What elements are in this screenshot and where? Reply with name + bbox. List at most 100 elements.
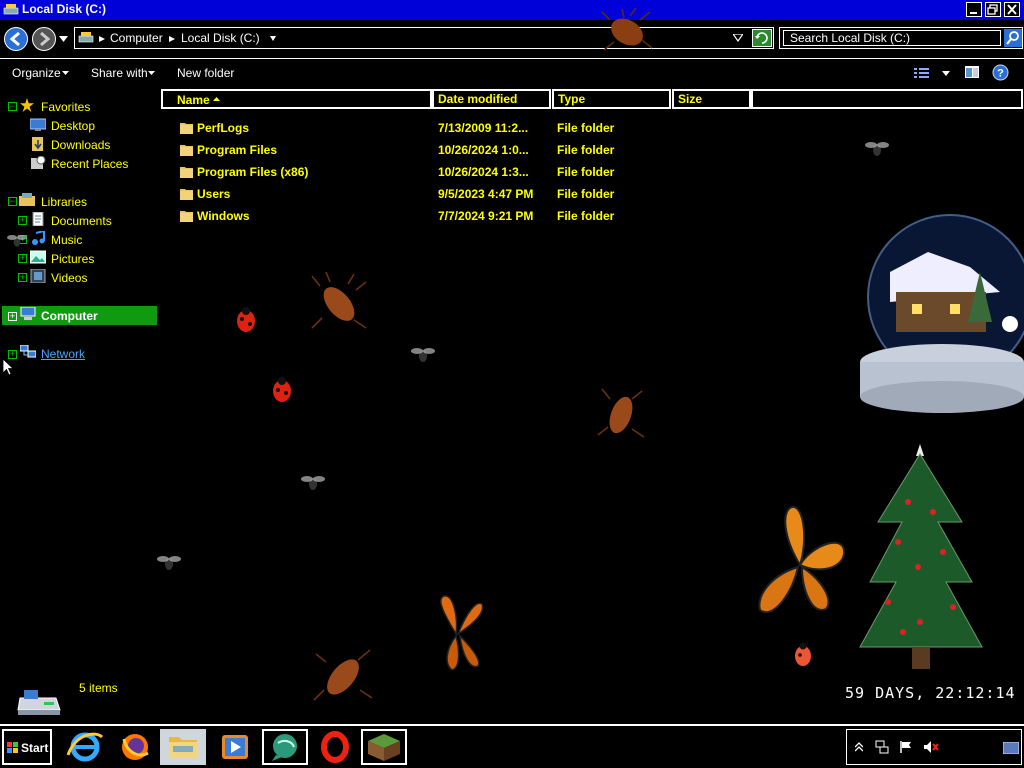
table-row[interactable]: PerfLogs 7/13/2009 11:2... File folder <box>170 118 640 138</box>
file-date: 7/7/2024 9:21 PM <box>438 209 534 223</box>
system-tray <box>846 729 1022 765</box>
taskbar: Start <box>0 724 1024 768</box>
column-header-size[interactable]: Size <box>672 89 751 109</box>
folder-icon <box>180 211 193 222</box>
folder-icon <box>180 145 193 156</box>
refresh-button[interactable] <box>752 29 772 47</box>
minimize-button[interactable] <box>966 2 982 17</box>
search-box[interactable]: Search Local Disk (C:) <box>779 27 1023 49</box>
taskbar-chat-app[interactable] <box>262 729 308 765</box>
taskbar-firefox[interactable] <box>112 729 158 765</box>
snow-globe-widget <box>860 214 1024 413</box>
table-row[interactable]: Program Files 10/26/2024 1:0... File fol… <box>170 140 640 160</box>
restore-button[interactable] <box>985 2 1001 17</box>
view-options-icon[interactable] <box>914 67 930 79</box>
nav-libraries[interactable]: Libraries <box>41 195 87 209</box>
nav-network[interactable]: Network <box>41 347 85 361</box>
svg-text:?: ? <box>997 68 1004 80</box>
help-icon[interactable]: ? <box>992 64 1009 81</box>
chevron-right-icon[interactable] <box>99 36 105 42</box>
collapse-toggle[interactable]: − <box>8 197 17 206</box>
column-header-empty <box>751 89 1023 109</box>
start-button[interactable]: Start <box>2 729 52 765</box>
share-with-button[interactable]: Share with <box>91 66 148 80</box>
chevron-down-icon[interactable] <box>942 71 950 76</box>
file-date: 9/5/2023 4:47 PM <box>438 187 534 201</box>
show-hidden-icons-icon[interactable] <box>855 742 863 752</box>
chevron-down-icon[interactable] <box>270 36 276 42</box>
christmas-tree-widget <box>859 444 983 669</box>
column-header-name[interactable]: Name <box>161 89 432 109</box>
fly-icon <box>411 348 435 362</box>
nav-pictures[interactable]: Pictures <box>51 252 94 266</box>
file-date: 10/26/2024 1:0... <box>438 143 529 157</box>
search-button[interactable] <box>1004 29 1022 47</box>
nav-videos[interactable]: Videos <box>51 271 87 285</box>
taskbar-opera[interactable] <box>312 729 358 765</box>
table-row[interactable]: Windows 7/7/2024 9:21 PM File folder <box>170 206 640 226</box>
recent-pages-dropdown-icon[interactable] <box>59 36 68 42</box>
chevron-right-icon[interactable] <box>169 36 175 42</box>
chevron-down-icon[interactable] <box>148 71 155 75</box>
item-count: 5 items <box>79 681 118 695</box>
fly-icon <box>301 476 325 490</box>
table-row[interactable]: Users 9/5/2023 4:47 PM File folder <box>170 184 640 204</box>
expand-toggle[interactable]: + <box>18 254 27 263</box>
nav-desktop[interactable]: Desktop <box>51 119 95 133</box>
table-row[interactable]: Program Files (x86) 10/26/2024 1:3... Fi… <box>170 162 640 182</box>
forward-button[interactable] <box>32 27 56 51</box>
show-desktop-icon[interactable] <box>1003 742 1019 754</box>
action-center-flag-icon[interactable] <box>899 740 913 754</box>
taskbar-minecraft[interactable] <box>361 729 407 765</box>
countdown-clock: 59 DAYS, 22:12:14 <box>845 684 1016 702</box>
taskbar-file-explorer[interactable] <box>160 729 206 765</box>
expand-toggle[interactable]: + <box>18 216 27 225</box>
chat-bubble-icon <box>272 734 297 761</box>
nav-downloads[interactable]: Downloads <box>51 138 110 152</box>
videos-icon <box>30 269 46 283</box>
volume-muted-icon[interactable] <box>923 740 939 754</box>
breadcrumb-computer[interactable]: Computer <box>110 31 163 45</box>
taskbar-internet-explorer[interactable] <box>62 729 108 765</box>
organize-button[interactable]: Organize <box>12 66 61 80</box>
back-button[interactable] <box>4 27 28 51</box>
expand-toggle[interactable]: + <box>18 273 27 282</box>
music-icon <box>32 231 45 245</box>
title-bar[interactable]: Local Disk (C:) <box>0 0 1024 20</box>
chevron-down-icon[interactable] <box>62 71 69 75</box>
nav-recent-places[interactable]: Recent Places <box>51 157 128 171</box>
nav-computer[interactable]: Computer <box>41 309 98 323</box>
nav-documents[interactable]: Documents <box>51 214 112 228</box>
close-button[interactable] <box>1004 2 1020 17</box>
address-row: Computer Local Disk (C:) Search Local Di… <box>0 22 1024 55</box>
file-type: File folder <box>557 165 615 179</box>
file-type: File folder <box>557 121 615 135</box>
mouse-cursor-icon <box>2 358 14 376</box>
nav-music[interactable]: Music <box>51 233 82 247</box>
file-type: File folder <box>557 209 615 223</box>
new-folder-button[interactable]: New folder <box>177 66 234 80</box>
start-label: Start <box>21 741 49 755</box>
recent-places-icon <box>31 156 46 169</box>
preview-pane-icon[interactable] <box>964 65 980 79</box>
cockroach-icon <box>311 272 367 329</box>
expand-toggle[interactable]: + <box>8 312 17 321</box>
file-date: 10/26/2024 1:3... <box>438 165 529 179</box>
search-input[interactable]: Search Local Disk (C:) <box>783 30 1001 46</box>
file-name: PerfLogs <box>197 121 250 135</box>
nav-favorites[interactable]: Favorites <box>41 100 90 114</box>
minimize-icon <box>970 12 977 14</box>
address-bar[interactable]: Computer Local Disk (C:) <box>74 27 774 49</box>
cockroach-icon <box>313 649 373 701</box>
column-header-date-modified[interactable]: Date modified <box>432 89 551 109</box>
drive-icon <box>78 32 94 43</box>
collapse-toggle[interactable]: − <box>8 102 17 111</box>
window-title: Local Disk (C:) <box>22 2 107 16</box>
breadcrumb-local-disk[interactable]: Local Disk (C:) <box>181 31 260 45</box>
back-arrow-icon <box>9 31 20 47</box>
network-status-icon[interactable] <box>875 740 889 754</box>
column-header-type[interactable]: Type <box>552 89 671 109</box>
address-dropdown-icon[interactable] <box>733 34 743 42</box>
butterfly-icon <box>440 595 484 671</box>
taskbar-media-player[interactable] <box>212 729 258 765</box>
